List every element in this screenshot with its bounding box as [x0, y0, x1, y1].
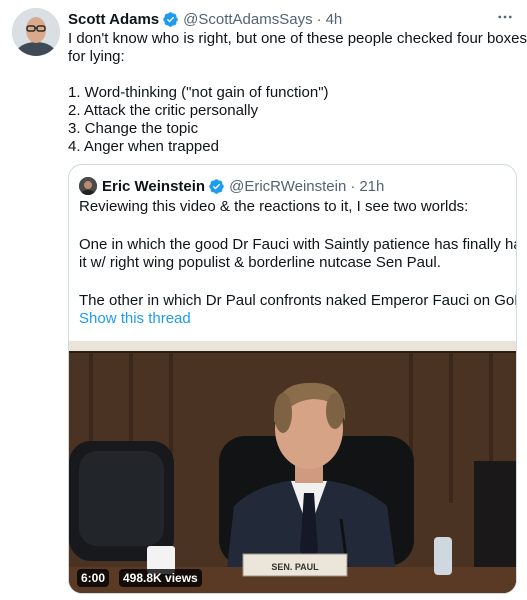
quoted-tweet-text: Reviewing this video & the reactions to …: [79, 198, 517, 328]
tweet-text-line: I don't know who is right, but one of th…: [68, 30, 527, 47]
show-thread-link[interactable]: Show this thread: [79, 310, 509, 328]
video-views-badge: 498.8K views: [119, 569, 202, 587]
quoted-tweet[interactable]: Eric Weinstein @EricRWeinstein · 21h Rev…: [68, 164, 517, 594]
avatar-photo: [12, 8, 60, 56]
tweet-timestamp[interactable]: 4h: [326, 11, 343, 28]
quoted-author-name[interactable]: Eric Weinstein: [102, 178, 205, 195]
video-duration-badge: 6:00: [77, 569, 110, 587]
video-frame: SEN. PAUL: [69, 341, 516, 593]
tweet[interactable]: Scott Adams @ScottAdamsSays · 4h I don't…: [0, 0, 527, 600]
author-name[interactable]: Scott Adams: [68, 11, 159, 28]
nameplate-text: SEN. PAUL: [271, 562, 319, 572]
tweet-text: I don't know who is right, but one of th…: [68, 30, 527, 156]
author-avatar[interactable]: [12, 8, 60, 56]
separator-dot: ·: [316, 10, 322, 28]
quoted-tweet-header: Eric Weinstein @EricRWeinstein · 21h: [79, 176, 384, 196]
quoted-text-line: Reviewing this video & the reactions to …: [79, 198, 469, 215]
separator-dot: ·: [350, 177, 356, 195]
quoted-timestamp[interactable]: 21h: [359, 178, 384, 195]
tweet-header: Scott Adams @ScottAdamsSays · 4h: [68, 9, 515, 29]
quoted-text-line: it w/ right wing populist & borderline n…: [79, 254, 441, 271]
video-player[interactable]: SEN. PAUL 6:00 498.8K views: [69, 341, 516, 593]
quoted-text-line: One in which the good Dr Fauci with Sain…: [79, 236, 517, 253]
list-item: 2. Attack the critic personally: [68, 102, 259, 119]
tweet-text-line: for lying:: [68, 48, 125, 65]
list-item: 4. Anger when trapped: [68, 138, 219, 155]
quoted-text-line: The other in which Dr Paul confronts nak…: [79, 292, 517, 309]
verified-badge-icon: [163, 11, 178, 27]
verified-badge-icon: [209, 178, 224, 194]
list-item: 3. Change the topic: [68, 120, 199, 137]
author-handle[interactable]: @ScottAdamsSays: [183, 11, 312, 28]
quoted-author-handle[interactable]: @EricRWeinstein: [229, 178, 346, 195]
quoted-author-avatar[interactable]: [79, 177, 97, 195]
list-item: 1. Word-thinking ("not gain of function"…: [68, 84, 329, 101]
more-icon[interactable]: [495, 7, 515, 27]
